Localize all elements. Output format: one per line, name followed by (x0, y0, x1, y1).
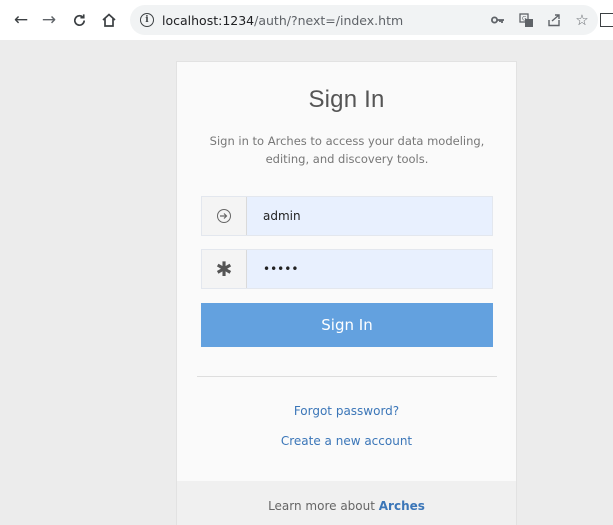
signin-panel: Sign In Sign in to Arches to access your… (176, 61, 517, 525)
side-panel-icon[interactable] (600, 13, 613, 27)
browser-toolbar: ← → i localhost:1234/auth/?next=/index.h… (0, 0, 613, 40)
translate-icon[interactable]: G (514, 9, 538, 31)
info-icon[interactable]: i (140, 13, 154, 27)
password-field-group: ✱ (201, 249, 493, 289)
address-bar[interactable]: i localhost:1234/auth/?next=/index.htm G… (130, 5, 598, 35)
forgot-password-link[interactable]: Forgot password? (177, 404, 516, 418)
sign-in-arrow-icon (217, 209, 231, 223)
forward-arrow-icon[interactable]: → (38, 9, 60, 31)
username-input[interactable] (247, 197, 492, 235)
url-host: localhost:1234 (162, 12, 255, 28)
url-text: localhost:1234/auth/?next=/index.htm (162, 13, 403, 28)
home-icon[interactable] (98, 9, 120, 31)
key-icon[interactable] (486, 9, 510, 31)
arches-link[interactable]: Arches (379, 499, 425, 513)
share-icon[interactable] (542, 9, 566, 31)
divider (197, 376, 497, 377)
username-addon (202, 197, 247, 235)
password-input[interactable] (247, 250, 492, 288)
username-field-group (201, 196, 493, 236)
asterisk-icon: ✱ (215, 257, 233, 281)
sign-in-button[interactable]: Sign In (201, 303, 493, 347)
page-title: Sign In (308, 86, 385, 113)
reload-icon[interactable] (68, 9, 90, 31)
create-account-link[interactable]: Create a new account (177, 434, 516, 448)
back-arrow-icon[interactable]: ← (10, 9, 32, 31)
signin-description: Sign in to Arches to access your data mo… (209, 134, 485, 166)
signin-footer: Learn more about Arches (177, 481, 516, 525)
svg-text:G: G (522, 15, 527, 22)
password-addon: ✱ (202, 250, 247, 288)
url-path: /auth/?next=/index.htm (254, 12, 404, 28)
star-icon[interactable]: ☆ (570, 9, 594, 31)
footer-text: Learn more about (268, 499, 375, 513)
